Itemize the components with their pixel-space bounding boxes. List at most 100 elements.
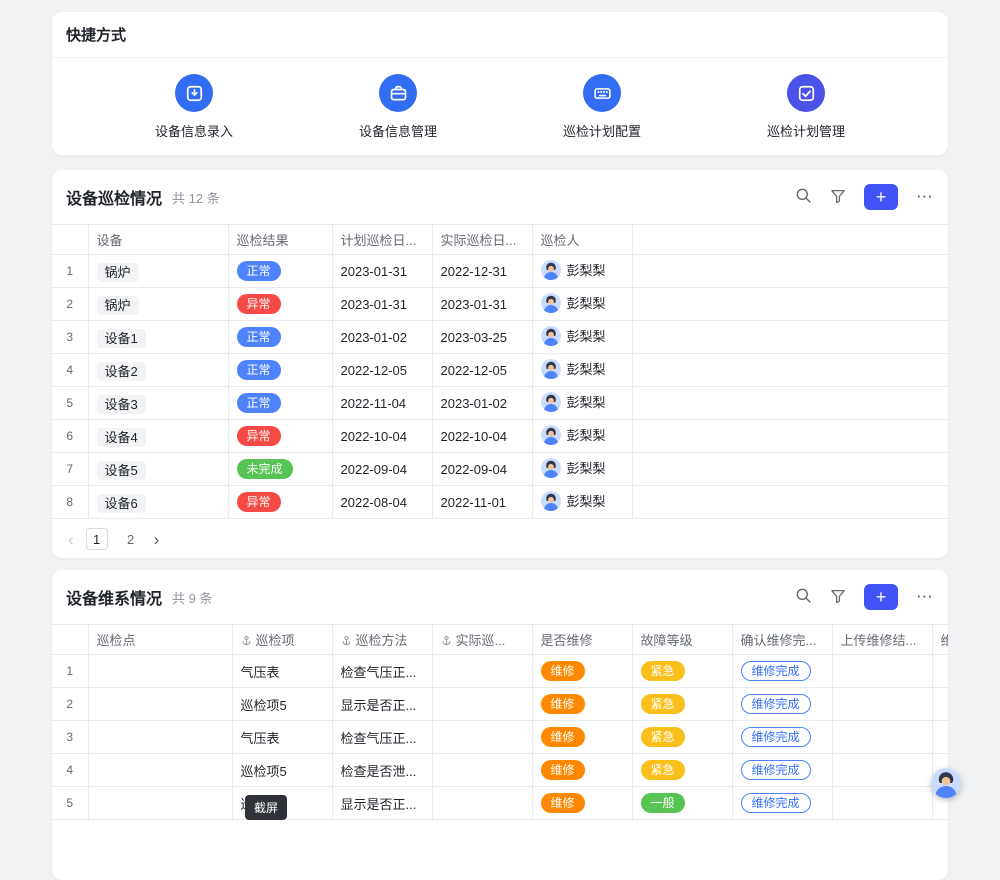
plan-date-cell[interactable]: 2023-01-31: [332, 255, 432, 288]
column-header[interactable]: 计划巡检日...: [332, 225, 432, 255]
upload-cell[interactable]: [832, 688, 932, 721]
page-button-1[interactable]: 1: [86, 528, 108, 550]
row-number-header[interactable]: [52, 625, 88, 655]
next-page-button[interactable]: ›: [154, 531, 160, 548]
upload-cell[interactable]: [832, 787, 932, 820]
confirm-cell[interactable]: 维修完成: [732, 721, 832, 754]
actual-date-cell[interactable]: 2023-03-25: [432, 321, 532, 354]
row-number-header[interactable]: [52, 225, 88, 255]
confirm-cell[interactable]: 维修完成: [732, 655, 832, 688]
table-row[interactable]: 2巡检项5显示是否正...维修紧急维修完成: [52, 688, 948, 721]
item-cell[interactable]: 气压表: [232, 655, 332, 688]
column-header[interactable]: 确认维修完...: [732, 625, 832, 655]
result-cell[interactable]: 正常: [228, 321, 332, 354]
result-cell[interactable]: 异常: [228, 486, 332, 519]
inspector-cell[interactable]: 彭梨梨: [532, 387, 632, 420]
confirm-repair-button[interactable]: 维修完成: [741, 760, 811, 780]
device-cell[interactable]: 锅炉: [88, 255, 228, 288]
repair-cell[interactable]: 维修: [532, 754, 632, 787]
device-cell[interactable]: 设备1: [88, 321, 228, 354]
row-number[interactable]: 3: [52, 321, 88, 354]
add-record-button[interactable]: +: [864, 584, 898, 610]
column-header[interactable]: 巡检点: [88, 625, 232, 655]
actual-cell[interactable]: [432, 754, 532, 787]
more-button[interactable]: ⋯: [916, 187, 934, 207]
severity-cell[interactable]: 紧急: [632, 655, 732, 688]
row-number[interactable]: 2: [52, 688, 88, 721]
add-record-button[interactable]: +: [864, 184, 898, 210]
repair-cell[interactable]: 维修: [532, 688, 632, 721]
device-cell[interactable]: 设备3: [88, 387, 228, 420]
actual-cell[interactable]: [432, 655, 532, 688]
point-cell[interactable]: [88, 688, 232, 721]
confirm-repair-button[interactable]: 维修完成: [741, 793, 811, 813]
device-cell[interactable]: 锅炉: [88, 288, 228, 321]
upload-cell[interactable]: [832, 754, 932, 787]
row-number[interactable]: 3: [52, 721, 88, 754]
row-number[interactable]: 1: [52, 255, 88, 288]
row-number[interactable]: 8: [52, 486, 88, 519]
actual-date-cell[interactable]: 2022-12-05: [432, 354, 532, 387]
actual-date-cell[interactable]: 2023-01-02: [432, 387, 532, 420]
actual-cell[interactable]: [432, 721, 532, 754]
table-row[interactable]: 3气压表检查气压正...维修紧急维修完成: [52, 721, 948, 754]
confirm-cell[interactable]: 维修完成: [732, 787, 832, 820]
confirm-cell[interactable]: 维修完成: [732, 754, 832, 787]
column-header[interactable]: 巡检方法: [332, 625, 432, 655]
table-row[interactable]: 4设备2正常2022-12-052022-12-05彭梨梨: [52, 354, 948, 387]
confirm-repair-button[interactable]: 维修完成: [741, 727, 811, 747]
repair-cell[interactable]: 维修: [532, 787, 632, 820]
method-cell[interactable]: 检查气压正...: [332, 721, 432, 754]
method-cell[interactable]: 显示是否正...: [332, 787, 432, 820]
shortcut-2[interactable]: 设备信息管理: [296, 74, 500, 140]
column-header[interactable]: 维: [932, 625, 948, 655]
actual-date-cell[interactable]: 2022-11-01: [432, 486, 532, 519]
result-cell[interactable]: 异常: [228, 420, 332, 453]
row-number[interactable]: 2: [52, 288, 88, 321]
filter-button[interactable]: [830, 588, 846, 607]
column-header[interactable]: 设备: [88, 225, 228, 255]
device-cell[interactable]: 设备6: [88, 486, 228, 519]
row-number[interactable]: 6: [52, 420, 88, 453]
upload-cell[interactable]: [832, 721, 932, 754]
device-cell[interactable]: 设备5: [88, 453, 228, 486]
result-cell[interactable]: 异常: [228, 288, 332, 321]
repair-cell[interactable]: 维修: [532, 721, 632, 754]
inspector-cell[interactable]: 彭梨梨: [532, 321, 632, 354]
row-number[interactable]: 4: [52, 754, 88, 787]
shortcut-4[interactable]: 巡检计划管理: [704, 74, 908, 140]
actual-date-cell[interactable]: 2022-12-31: [432, 255, 532, 288]
repair-cell[interactable]: 维修: [532, 655, 632, 688]
table-row[interactable]: 5巡检项5显示是否正...维修一般维修完成: [52, 787, 948, 820]
upload-cell[interactable]: [832, 655, 932, 688]
column-header[interactable]: 故障等级: [632, 625, 732, 655]
column-header[interactable]: 巡检结果: [228, 225, 332, 255]
confirm-repair-button[interactable]: 维修完成: [741, 694, 811, 714]
column-header[interactable]: 巡检人: [532, 225, 632, 255]
point-cell[interactable]: [88, 721, 232, 754]
severity-cell[interactable]: 紧急: [632, 721, 732, 754]
column-header[interactable]: 是否维修: [532, 625, 632, 655]
table-row[interactable]: 2锅炉异常2023-01-312023-01-31彭梨梨: [52, 288, 948, 321]
table-row[interactable]: 1锅炉正常2023-01-312022-12-31彭梨梨: [52, 255, 948, 288]
search-button[interactable]: [795, 587, 812, 607]
device-cell[interactable]: 设备2: [88, 354, 228, 387]
plan-date-cell[interactable]: 2022-10-04: [332, 420, 432, 453]
result-cell[interactable]: 未完成: [228, 453, 332, 486]
inspector-cell[interactable]: 彭梨梨: [532, 453, 632, 486]
method-cell[interactable]: 显示是否正...: [332, 688, 432, 721]
table-row[interactable]: 8设备6异常2022-08-042022-11-01彭梨梨: [52, 486, 948, 519]
plan-date-cell[interactable]: 2022-09-04: [332, 453, 432, 486]
table-row[interactable]: 5设备3正常2022-11-042023-01-02彭梨梨: [52, 387, 948, 420]
row-number[interactable]: 1: [52, 655, 88, 688]
actual-date-cell[interactable]: 2022-09-04: [432, 453, 532, 486]
row-number[interactable]: 5: [52, 787, 88, 820]
shortcut-1[interactable]: 设备信息录入: [92, 74, 296, 140]
filter-button[interactable]: [830, 188, 846, 207]
inspector-cell[interactable]: 彭梨梨: [532, 486, 632, 519]
result-cell[interactable]: 正常: [228, 354, 332, 387]
method-cell[interactable]: 检查是否泄...: [332, 754, 432, 787]
plan-date-cell[interactable]: 2022-11-04: [332, 387, 432, 420]
point-cell[interactable]: [88, 754, 232, 787]
item-cell[interactable]: 巡检项5: [232, 754, 332, 787]
